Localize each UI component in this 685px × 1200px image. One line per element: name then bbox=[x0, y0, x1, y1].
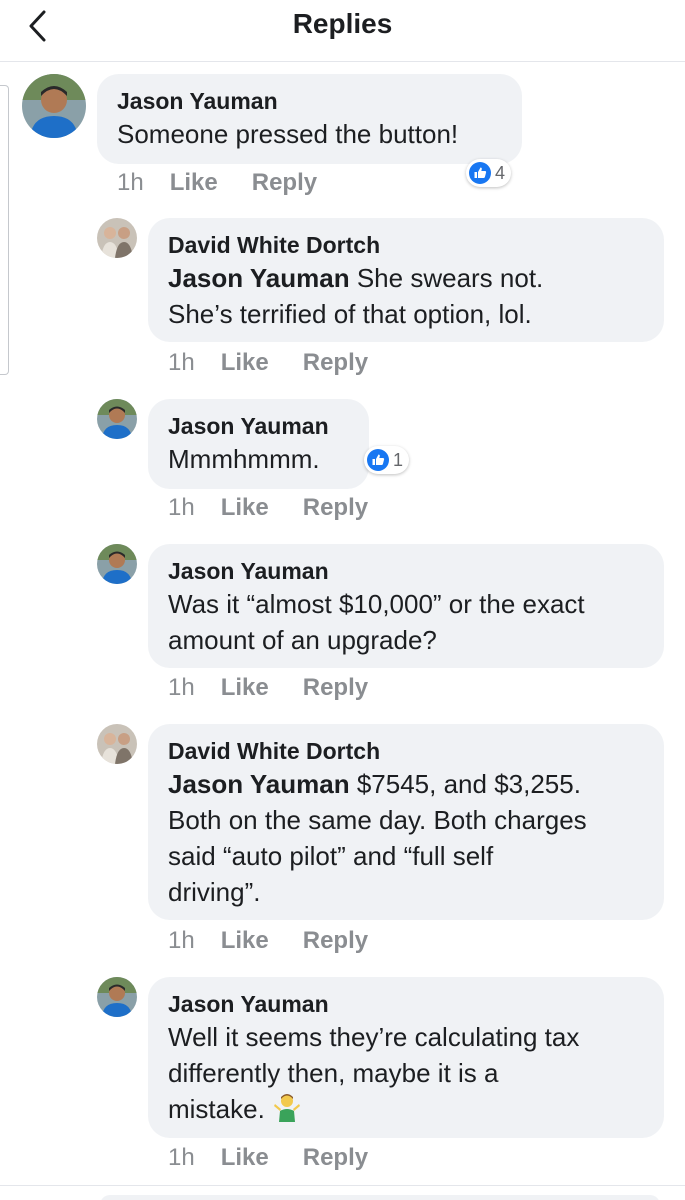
like-button[interactable]: Like bbox=[221, 349, 269, 377]
comment-text: Jason Yauman $7545, and $3,255. bbox=[168, 766, 644, 802]
comment-bubble: Jason Yauman Was it “almost $10,000” or … bbox=[148, 544, 664, 668]
reply-button[interactable]: Reply bbox=[303, 927, 368, 955]
comment-text: Mmmhmmm. bbox=[168, 444, 320, 474]
comment-text-line: Both on the same day. Both charges bbox=[168, 805, 587, 835]
timestamp: 1h bbox=[117, 169, 144, 196]
comment-bubble: Jason Yauman Mmmhmmm. bbox=[148, 399, 369, 489]
mention-link[interactable]: Jason Yauman bbox=[168, 769, 350, 799]
reaction-badge[interactable]: 1 bbox=[364, 446, 410, 474]
comment-bubble: David White Dortch Jason Yauman $7545, a… bbox=[148, 724, 664, 920]
comment-bubble: Jason Yauman Well it seems they’re calcu… bbox=[148, 977, 664, 1138]
comment-actions: 1h Like Reply bbox=[168, 349, 368, 377]
comment-text-line: She’s terrified of that option, lol. bbox=[168, 299, 532, 329]
reply-button[interactable]: Reply bbox=[303, 1144, 368, 1172]
comment-text: Jason Yauman She swears not. bbox=[168, 260, 644, 296]
comment-text: Someone pressed the button! bbox=[117, 119, 459, 149]
comment-text-line: $7545, and $3,255. bbox=[356, 769, 581, 799]
comment-text-line: driving”. bbox=[168, 877, 261, 907]
avatar[interactable] bbox=[97, 399, 137, 439]
comment-author[interactable]: David White Dortch bbox=[168, 230, 644, 260]
top-bar: Replies bbox=[0, 0, 685, 62]
like-button[interactable]: Like bbox=[221, 674, 269, 702]
comment-author[interactable]: David White Dortch bbox=[168, 736, 644, 766]
comment-text-line: said “auto pilot” and “full self bbox=[168, 841, 494, 871]
comment-text-line: amount of an upgrade? bbox=[168, 625, 437, 655]
timestamp: 1h bbox=[168, 349, 195, 376]
reaction-badge[interactable]: 4 bbox=[466, 159, 512, 187]
comment-text-line: Well it seems they’re calculating tax bbox=[168, 1022, 580, 1052]
comment-author[interactable]: Jason Yauman bbox=[168, 556, 644, 586]
reply-button[interactable]: Reply bbox=[303, 494, 368, 522]
like-button[interactable]: Like bbox=[221, 494, 269, 522]
thumbs-up-icon bbox=[469, 162, 491, 184]
person-shrugging-emoji bbox=[272, 1092, 302, 1122]
avatar[interactable] bbox=[97, 724, 137, 764]
like-button[interactable]: Like bbox=[170, 169, 218, 197]
comment-bubble: David White Dortch Jason Yauman She swea… bbox=[148, 218, 664, 342]
thumbs-up-icon bbox=[367, 449, 389, 471]
timestamp: 1h bbox=[168, 1144, 195, 1171]
page-title: Replies bbox=[292, 8, 393, 39]
comment-actions: 1h Like Reply bbox=[168, 674, 368, 702]
comment-actions: 1h Like Reply bbox=[168, 494, 368, 522]
avatar[interactable] bbox=[22, 74, 86, 138]
timestamp: 1h bbox=[168, 674, 195, 701]
avatar[interactable] bbox=[97, 544, 137, 584]
thread-line bbox=[0, 85, 9, 375]
comment-text-line: mistake. bbox=[168, 1094, 265, 1124]
reply-input[interactable] bbox=[100, 1195, 660, 1200]
comment-text: mistake. bbox=[168, 1091, 644, 1127]
reaction-count: 1 bbox=[393, 449, 404, 470]
comment-author[interactable]: Jason Yauman bbox=[168, 989, 644, 1019]
reply-button[interactable]: Reply bbox=[303, 349, 368, 377]
comment-bubble: Jason Yauman Someone pressed the button! bbox=[97, 74, 522, 164]
reply-button[interactable]: Reply bbox=[252, 169, 317, 197]
avatar[interactable] bbox=[97, 218, 137, 258]
avatar[interactable] bbox=[97, 977, 137, 1017]
comment-text-line: differently then, maybe it is a bbox=[168, 1058, 499, 1088]
reply-button[interactable]: Reply bbox=[303, 674, 368, 702]
comment-actions: 1h Like Reply bbox=[168, 1144, 368, 1172]
comment-actions: 1h Like Reply bbox=[117, 169, 317, 197]
comment-actions: 1h Like Reply bbox=[168, 927, 368, 955]
reaction-count: 4 bbox=[495, 162, 506, 183]
mention-link[interactable]: Jason Yauman bbox=[168, 263, 350, 293]
comment-author[interactable]: Jason Yauman bbox=[168, 411, 349, 441]
timestamp: 1h bbox=[168, 927, 195, 954]
comment-text-line: She swears not. bbox=[356, 263, 544, 293]
comment-text-line: Was it “almost $10,000” or the exact bbox=[168, 589, 585, 619]
like-button[interactable]: Like bbox=[221, 927, 269, 955]
comment-author[interactable]: Jason Yauman bbox=[117, 86, 502, 116]
timestamp: 1h bbox=[168, 494, 195, 521]
like-button[interactable]: Like bbox=[221, 1144, 269, 1172]
